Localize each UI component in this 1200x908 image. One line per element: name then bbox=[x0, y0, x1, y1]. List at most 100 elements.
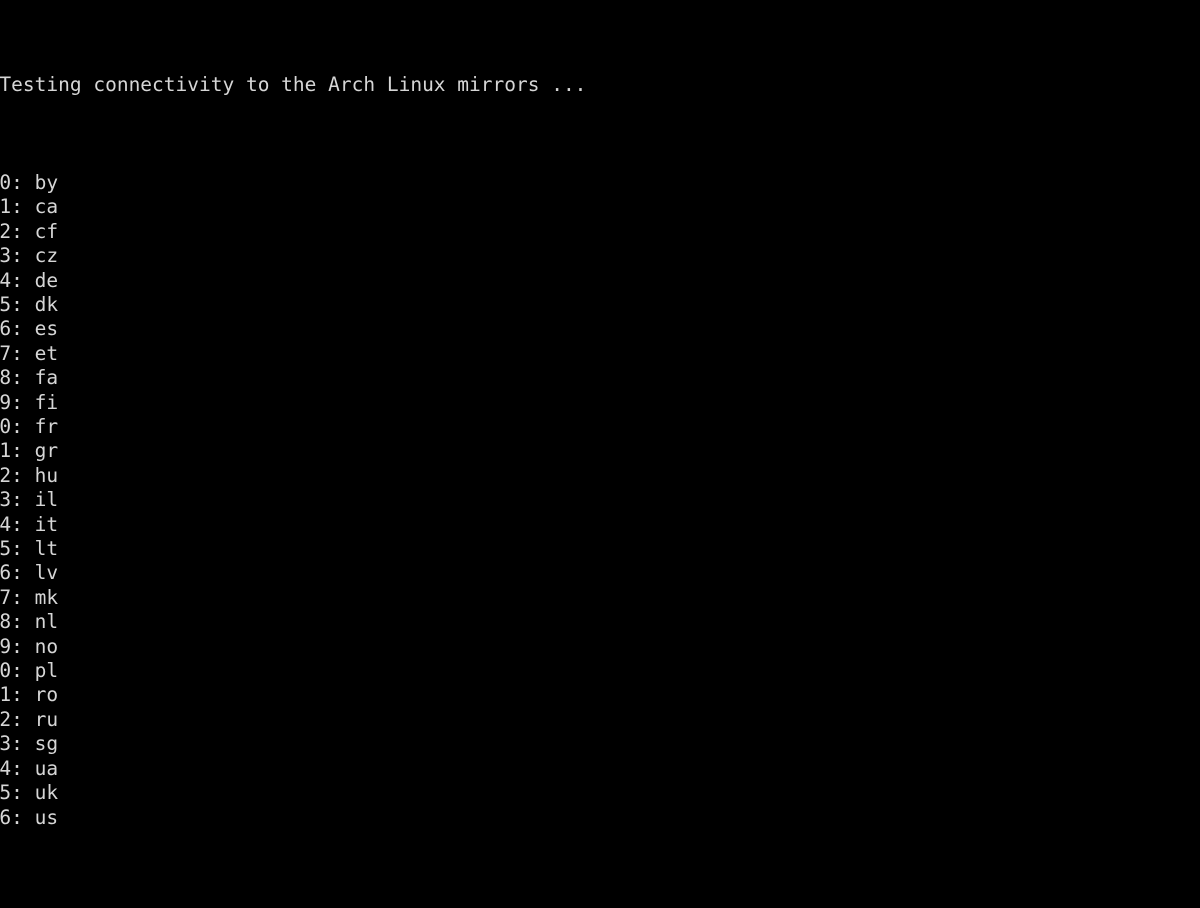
keyboard-layout-separator bbox=[23, 586, 35, 609]
keyboard-layout-index: 5: bbox=[0, 292, 23, 316]
keyboard-layout-index: 19: bbox=[0, 634, 23, 658]
keyboard-layout-separator bbox=[23, 195, 35, 218]
keyboard-layout-index: 8: bbox=[0, 366, 23, 390]
keyboard-layout-item[interactable]: 4: de bbox=[0, 269, 1200, 293]
keyboard-layout-label: il bbox=[34, 488, 59, 512]
keyboard-layout-item[interactable]: 5: dk bbox=[0, 293, 1200, 317]
keyboard-layout-item[interactable]: 18: nl bbox=[0, 610, 1200, 634]
keyboard-layout-separator bbox=[23, 683, 35, 706]
keyboard-layout-index: 21: bbox=[0, 683, 23, 707]
keyboard-layout-label: mk bbox=[34, 585, 59, 609]
keyboard-layout-item[interactable]: 8: fa bbox=[0, 366, 1200, 390]
keyboard-layout-separator bbox=[23, 391, 35, 414]
keyboard-layout-index: 17: bbox=[0, 585, 23, 609]
keyboard-layout-item[interactable]: 25: uk bbox=[0, 781, 1200, 805]
keyboard-layout-separator bbox=[23, 342, 35, 365]
keyboard-layout-list[interactable]: 0: by 1: ca 2: cf 3: cz 4: de 5: dk 6: e… bbox=[0, 171, 1200, 830]
keyboard-layout-separator bbox=[23, 537, 35, 560]
keyboard-layout-label: lt bbox=[34, 537, 59, 561]
keyboard-layout-index: 10: bbox=[0, 415, 23, 438]
keyboard-layout-index: 12: bbox=[0, 463, 23, 487]
keyboard-layout-label: lv bbox=[34, 561, 59, 585]
keyboard-layout-separator bbox=[23, 513, 35, 536]
keyboard-layout-index: 2: bbox=[0, 219, 23, 243]
keyboard-layout-separator bbox=[23, 708, 35, 731]
keyboard-layout-item[interactable]: 15: lt bbox=[0, 537, 1200, 561]
keyboard-layout-separator bbox=[23, 366, 35, 389]
keyboard-layout-index: 11: bbox=[0, 439, 23, 463]
keyboard-layout-item[interactable]: 24: ua bbox=[0, 757, 1200, 781]
keyboard-layout-label: cf bbox=[34, 219, 59, 243]
keyboard-layout-separator bbox=[23, 757, 35, 780]
keyboard-layout-label: nl bbox=[34, 610, 59, 634]
terminal-screen[interactable]: Testing connectivity to the Arch Linux m… bbox=[0, 0, 1200, 908]
keyboard-layout-index: 0: bbox=[0, 170, 23, 194]
keyboard-layout-index: 7: bbox=[0, 341, 23, 365]
keyboard-layout-item[interactable]: 3: cz bbox=[0, 244, 1200, 268]
keyboard-layout-separator bbox=[23, 317, 35, 340]
keyboard-layout-label: de bbox=[34, 268, 59, 292]
keyboard-layout-item[interactable]: 23: sg bbox=[0, 732, 1200, 756]
keyboard-layout-index: 18: bbox=[0, 610, 23, 634]
keyboard-layout-label: ua bbox=[34, 756, 59, 780]
keyboard-layout-index: 1: bbox=[0, 195, 23, 219]
keyboard-layout-item[interactable]: 9: fi bbox=[0, 391, 1200, 415]
keyboard-layout-separator bbox=[23, 610, 35, 633]
terminal-output-region: Testing connectivity to the Arch Linux m… bbox=[0, 0, 1200, 903]
terminal-prompt-region: -- You can choose a layout that isn't in… bbox=[0, 832, 1200, 908]
keyboard-layout-label: et bbox=[34, 341, 59, 365]
keyboard-layout-label: hu bbox=[34, 463, 59, 487]
keyboard-layout-label: es bbox=[34, 317, 59, 341]
keyboard-layout-separator bbox=[23, 220, 35, 243]
keyboard-layout-index: 15: bbox=[0, 537, 23, 561]
keyboard-layout-label: no bbox=[34, 634, 59, 658]
keyboard-layout-item[interactable]: 26: us bbox=[0, 806, 1200, 830]
keyboard-layout-separator bbox=[23, 732, 35, 755]
keyboard-layout-index: 4: bbox=[0, 268, 23, 292]
keyboard-layout-item[interactable]: 1: ca bbox=[0, 195, 1200, 219]
keyboard-layout-label: fa bbox=[34, 366, 59, 390]
status-line-mirror-connectivity: Testing connectivity to the Arch Linux m… bbox=[0, 73, 587, 97]
keyboard-layout-separator bbox=[23, 659, 35, 682]
keyboard-layout-index: 22: bbox=[0, 707, 23, 731]
keyboard-layout-item[interactable]: 16: lv bbox=[0, 561, 1200, 585]
keyboard-layout-label: fi bbox=[34, 390, 59, 414]
keyboard-layout-item[interactable]: 21: ro bbox=[0, 683, 1200, 707]
keyboard-layout-separator bbox=[23, 269, 35, 292]
keyboard-layout-label: us bbox=[34, 805, 59, 829]
keyboard-layout-item[interactable]: 20: pl bbox=[0, 659, 1200, 683]
keyboard-layout-label: cz bbox=[34, 244, 59, 268]
keyboard-layout-item[interactable]: 7: et bbox=[0, 342, 1200, 366]
keyboard-layout-item[interactable]: 10: fr bbox=[0, 415, 1200, 439]
keyboard-layout-item[interactable]: 11: gr bbox=[0, 439, 1200, 463]
keyboard-layout-separator bbox=[23, 635, 35, 658]
keyboard-layout-item[interactable]: 0: by bbox=[0, 171, 1200, 195]
keyboard-layout-item[interactable]: 13: il bbox=[0, 488, 1200, 512]
keyboard-layout-separator bbox=[23, 244, 35, 267]
keyboard-layout-index: 3: bbox=[0, 244, 23, 268]
keyboard-layout-separator bbox=[23, 293, 35, 316]
keyboard-layout-item[interactable]: 19: no bbox=[0, 635, 1200, 659]
keyboard-layout-item[interactable]: 14: it bbox=[0, 513, 1200, 537]
keyboard-layout-item[interactable]: 12: hu bbox=[0, 464, 1200, 488]
keyboard-layout-label: dk bbox=[34, 292, 59, 316]
keyboard-layout-index: 6: bbox=[0, 317, 23, 341]
keyboard-layout-label: ca bbox=[34, 195, 59, 219]
keyboard-layout-label: sg bbox=[34, 732, 59, 756]
keyboard-layout-index: 20: bbox=[0, 659, 23, 683]
keyboard-layout-item[interactable]: 22: ru bbox=[0, 708, 1200, 732]
keyboard-layout-item[interactable]: 2: cf bbox=[0, 220, 1200, 244]
keyboard-layout-item[interactable]: 17: mk bbox=[0, 586, 1200, 610]
keyboard-layout-index: 16: bbox=[0, 561, 23, 585]
keyboard-layout-separator bbox=[23, 464, 35, 487]
keyboard-layout-separator bbox=[23, 561, 35, 584]
keyboard-layout-index: 25: bbox=[0, 781, 23, 805]
keyboard-layout-separator bbox=[23, 171, 35, 194]
keyboard-layout-label: gr bbox=[34, 439, 59, 463]
keyboard-layout-item[interactable]: 6: es bbox=[0, 317, 1200, 341]
keyboard-layout-label: ru bbox=[34, 707, 59, 731]
keyboard-layout-label: ro bbox=[34, 683, 59, 707]
keyboard-layout-index: 9: bbox=[0, 390, 23, 414]
keyboard-layout-separator bbox=[23, 806, 35, 829]
keyboard-layout-separator bbox=[23, 781, 35, 804]
